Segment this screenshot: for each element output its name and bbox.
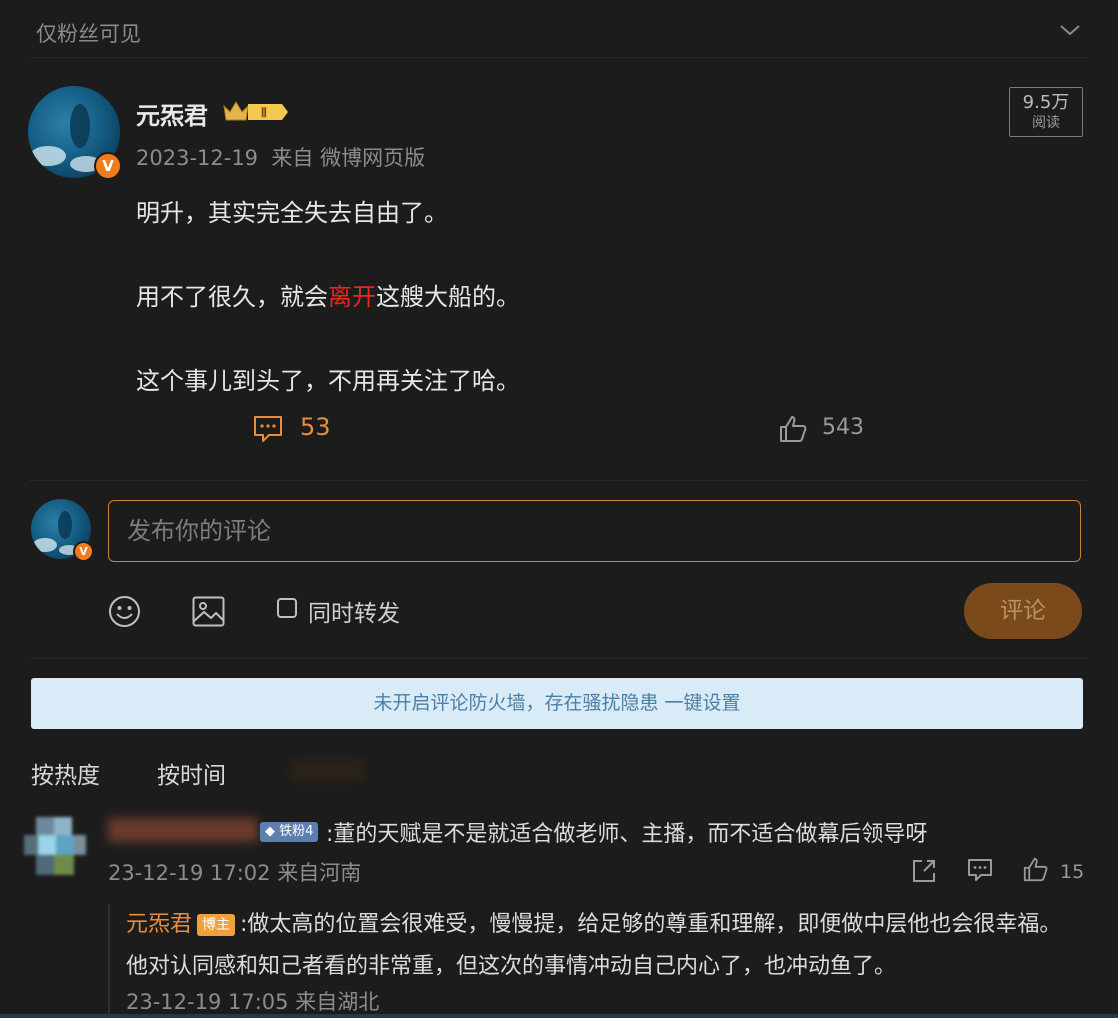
reply-text-block: 元炁君 博主:做太高的位置会很难受，慢慢提，给足够的尊重和理解，即便做中层他也会很… xyxy=(126,904,1076,988)
post-line-2: 用不了很久，就会离开这艘大船的。 xyxy=(136,283,520,311)
read-count-badge: 9.5万 阅读 xyxy=(1009,87,1083,137)
bottom-edge xyxy=(0,1014,1118,1018)
owner-badge: 博主 xyxy=(197,914,236,936)
comment-input[interactable] xyxy=(109,501,1080,561)
svg-text:Ⅱ: Ⅱ xyxy=(261,105,267,120)
share-icon[interactable] xyxy=(911,858,937,884)
comment-like-icon[interactable] xyxy=(1023,857,1048,882)
composer-divider xyxy=(30,658,1088,659)
like-count[interactable]: 543 xyxy=(822,415,864,440)
verified-icon: V xyxy=(73,541,94,562)
tab-sort-hot[interactable]: 按热度 xyxy=(31,756,100,790)
repost-label[interactable]: 同时转发 xyxy=(308,594,400,628)
read-count: 9.5万 xyxy=(1022,92,1070,113)
reply-meta: 23-12-19 17:05 来自湖北 xyxy=(126,990,380,1014)
comment-text: :董的天赋是不是就适合做老师、主播，而不适合做幕后领导呀 xyxy=(326,822,928,847)
comment-meta: 23-12-19 17:02 来自河南 xyxy=(108,861,362,885)
tab-sort-time[interactable]: 按时间 xyxy=(157,756,226,790)
post-line-1: 明升，其实完全失去自由了。 xyxy=(136,199,448,227)
verified-icon: V xyxy=(94,152,122,180)
comment-like-count[interactable]: 15 xyxy=(1060,861,1084,883)
author-name[interactable]: 元炁君 xyxy=(136,96,208,131)
author-avatar[interactable]: V xyxy=(28,86,122,180)
comment-input-box[interactable] xyxy=(108,500,1081,562)
commenter-name-blurred[interactable] xyxy=(108,818,258,842)
post-line-3: 这个事儿到头了，不用再关注了哈。 xyxy=(136,367,520,395)
reply-text: :做太高的位置会很难受，慢慢提，给足够的尊重和理解，即便做中层他也会很幸福。他对… xyxy=(126,912,1062,979)
chevron-down-icon[interactable] xyxy=(1058,18,1082,42)
crown-rank-icon[interactable]: Ⅱ xyxy=(222,98,290,126)
commenter-avatar[interactable] xyxy=(24,817,86,875)
firewall-notice[interactable]: 未开启评论防火墙，存在骚扰隐患 一键设置 xyxy=(31,678,1083,729)
comment-count[interactable]: 53 xyxy=(300,413,331,441)
read-label: 阅读 xyxy=(1032,115,1060,131)
post-meta: 2023-12-19 来自 微博网页版 xyxy=(136,146,426,170)
fan-level-badge: ◆ 铁粉4 xyxy=(260,822,319,842)
image-upload-icon[interactable] xyxy=(192,596,225,627)
post-divider xyxy=(30,480,1088,481)
reply-indent-bar xyxy=(108,904,110,1016)
highlighted-text: 离开 xyxy=(328,283,376,311)
my-avatar[interactable]: V xyxy=(31,499,94,562)
reply-icon[interactable] xyxy=(967,858,993,883)
emoji-icon[interactable] xyxy=(108,595,141,628)
reply-author[interactable]: 元炁君 xyxy=(126,912,192,937)
comment-icon[interactable] xyxy=(253,415,283,443)
like-icon[interactable] xyxy=(779,415,807,443)
repost-checkbox[interactable] xyxy=(277,598,297,618)
visibility-label: 仅粉丝可见 xyxy=(36,22,141,46)
blurred-tab xyxy=(290,758,365,782)
header-divider xyxy=(30,57,1088,58)
submit-comment-button[interactable]: 评论 xyxy=(964,583,1082,639)
